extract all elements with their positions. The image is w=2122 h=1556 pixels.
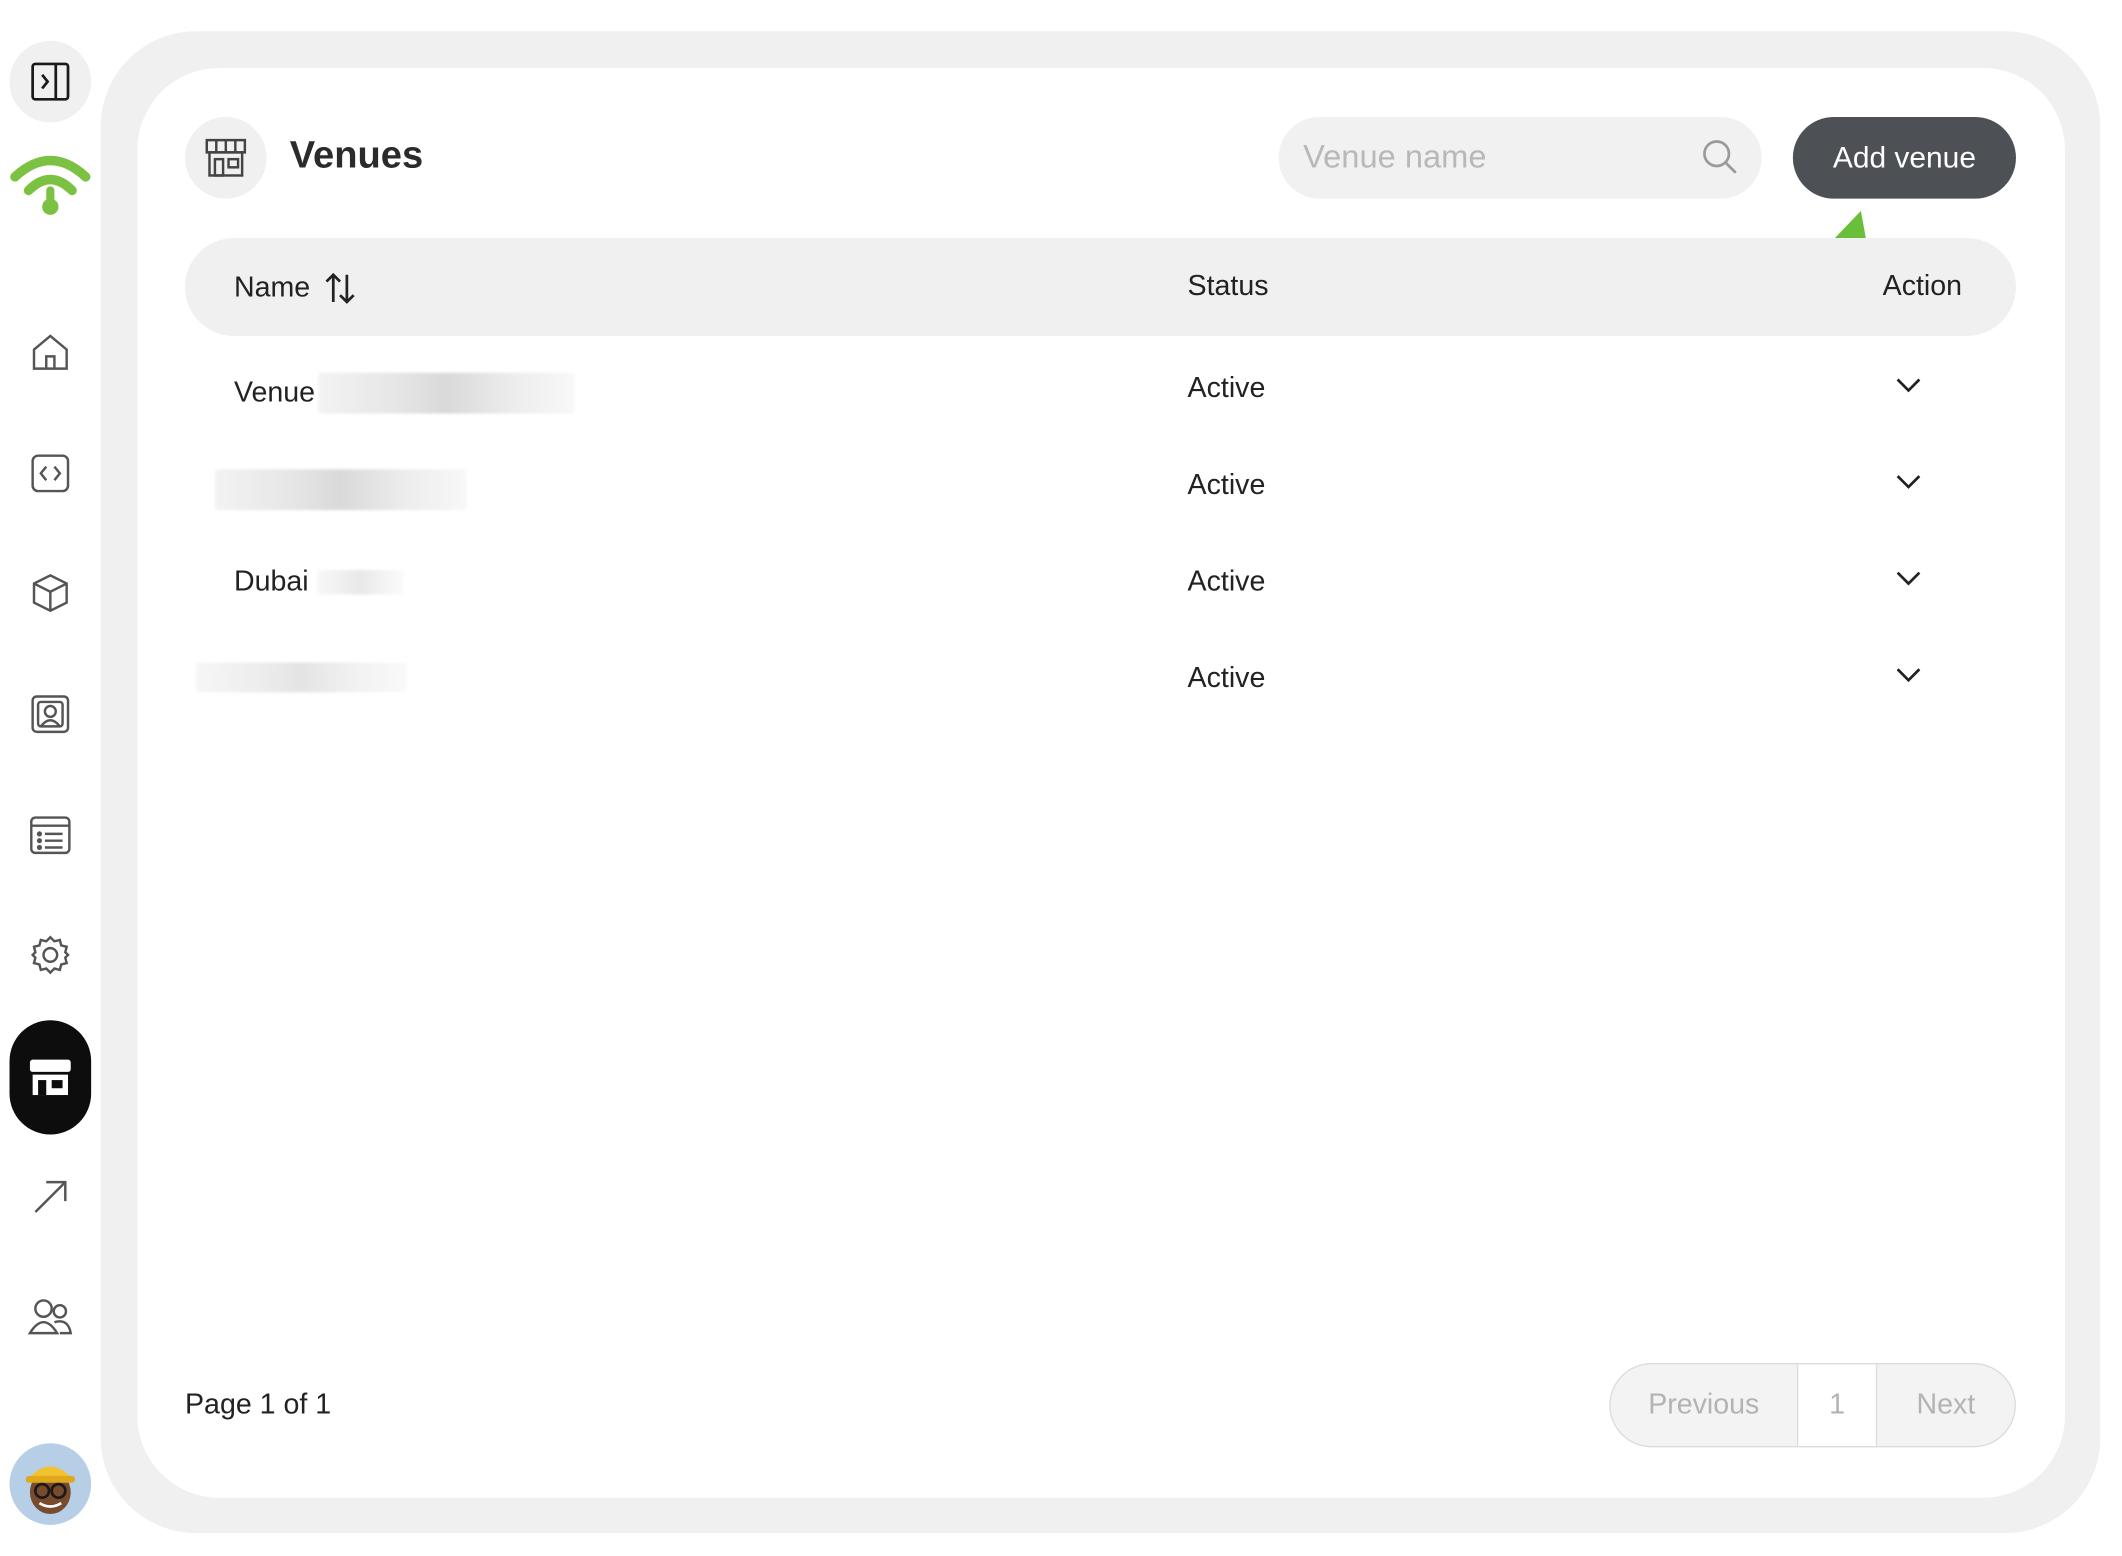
chevron-down-icon[interactable] — [1894, 660, 1924, 690]
storefront-icon — [29, 1059, 71, 1096]
status-cell: Active — [1187, 372, 1266, 405]
chevron-down-icon[interactable] — [1894, 370, 1924, 400]
status-column-header: Status — [1187, 270, 1269, 302]
page-title: Venues — [289, 133, 424, 176]
user-avatar[interactable] — [9, 1443, 92, 1525]
list-icon — [30, 816, 71, 855]
action-column-header: Action — [1882, 270, 1963, 302]
status-cell: Active — [1187, 469, 1266, 501]
name-column-header[interactable]: Name — [234, 271, 356, 306]
users-icon — [27, 1299, 73, 1335]
sidebar-item-code[interactable] — [10, 433, 92, 515]
venue-search — [1278, 116, 1762, 199]
search-input[interactable] — [1303, 116, 1685, 199]
venue-name-cell: Venue — [233, 372, 574, 414]
table-row[interactable]: Dubai Active — [185, 536, 2016, 633]
code-icon — [31, 454, 70, 493]
table-row[interactable]: Active — [185, 439, 2016, 536]
sidebar-item-products[interactable] — [10, 552, 92, 634]
storefront-icon — [205, 138, 247, 177]
redacted-text — [317, 372, 574, 414]
sidebar — [0, 0, 101, 1553]
status-cell: Active — [1187, 662, 1266, 694]
redacted-text — [214, 469, 467, 511]
arrow-up-right-icon — [34, 1180, 67, 1213]
venue-title-icon-wrapper — [185, 116, 267, 199]
add-venue-button[interactable]: Add venue — [1792, 116, 2016, 199]
sidebar-toggle-button[interactable] — [9, 40, 92, 123]
home-icon — [32, 334, 68, 370]
gear-icon — [30, 935, 70, 975]
sidebar-item-reports[interactable] — [10, 1156, 92, 1238]
page-summary: Page 1 of 1 — [185, 1388, 332, 1421]
sidebar-item-users[interactable] — [10, 1276, 92, 1358]
next-page-button[interactable]: Next — [1877, 1364, 2014, 1446]
venue-name-cell — [195, 662, 407, 693]
status-cell: Active — [1187, 565, 1266, 598]
pagination: Previous 1 Next — [1609, 1363, 2016, 1448]
table-header: Name Status Action — [185, 238, 2016, 336]
name-column-label: Name — [233, 272, 311, 304]
redacted-text — [316, 569, 404, 595]
previous-page-button[interactable]: Previous — [1611, 1364, 1799, 1446]
chevron-down-icon[interactable] — [1894, 563, 1924, 593]
sidebar-item-home[interactable] — [10, 312, 92, 394]
table-row[interactable]: Active — [185, 633, 2016, 730]
venue-name-cell: Dubai — [234, 566, 404, 599]
sort-icon[interactable] — [324, 271, 357, 306]
redacted-text — [195, 662, 407, 693]
venue-name: Dubai — [233, 565, 309, 598]
sidebar-item-settings[interactable] — [10, 914, 92, 996]
cube-icon — [32, 574, 68, 613]
contact-card-icon — [31, 695, 70, 734]
venue-name: Venue — [233, 376, 316, 409]
sidebar-item-contacts[interactable] — [10, 673, 92, 755]
sidebar-item-lists[interactable] — [10, 794, 92, 876]
page-number-button[interactable]: 1 — [1798, 1364, 1878, 1446]
search-icon[interactable] — [1699, 136, 1740, 177]
table-row[interactable]: Venue Active — [185, 343, 2016, 440]
avatar-icon — [25, 1466, 75, 1515]
venue-name-cell — [214, 469, 467, 511]
panel-toggle-icon — [31, 62, 70, 101]
chevron-down-icon[interactable] — [1894, 467, 1924, 497]
brand-logo[interactable] — [8, 147, 92, 223]
wifi-logo-icon — [10, 155, 91, 215]
sidebar-item-venues[interactable] — [9, 1020, 92, 1135]
